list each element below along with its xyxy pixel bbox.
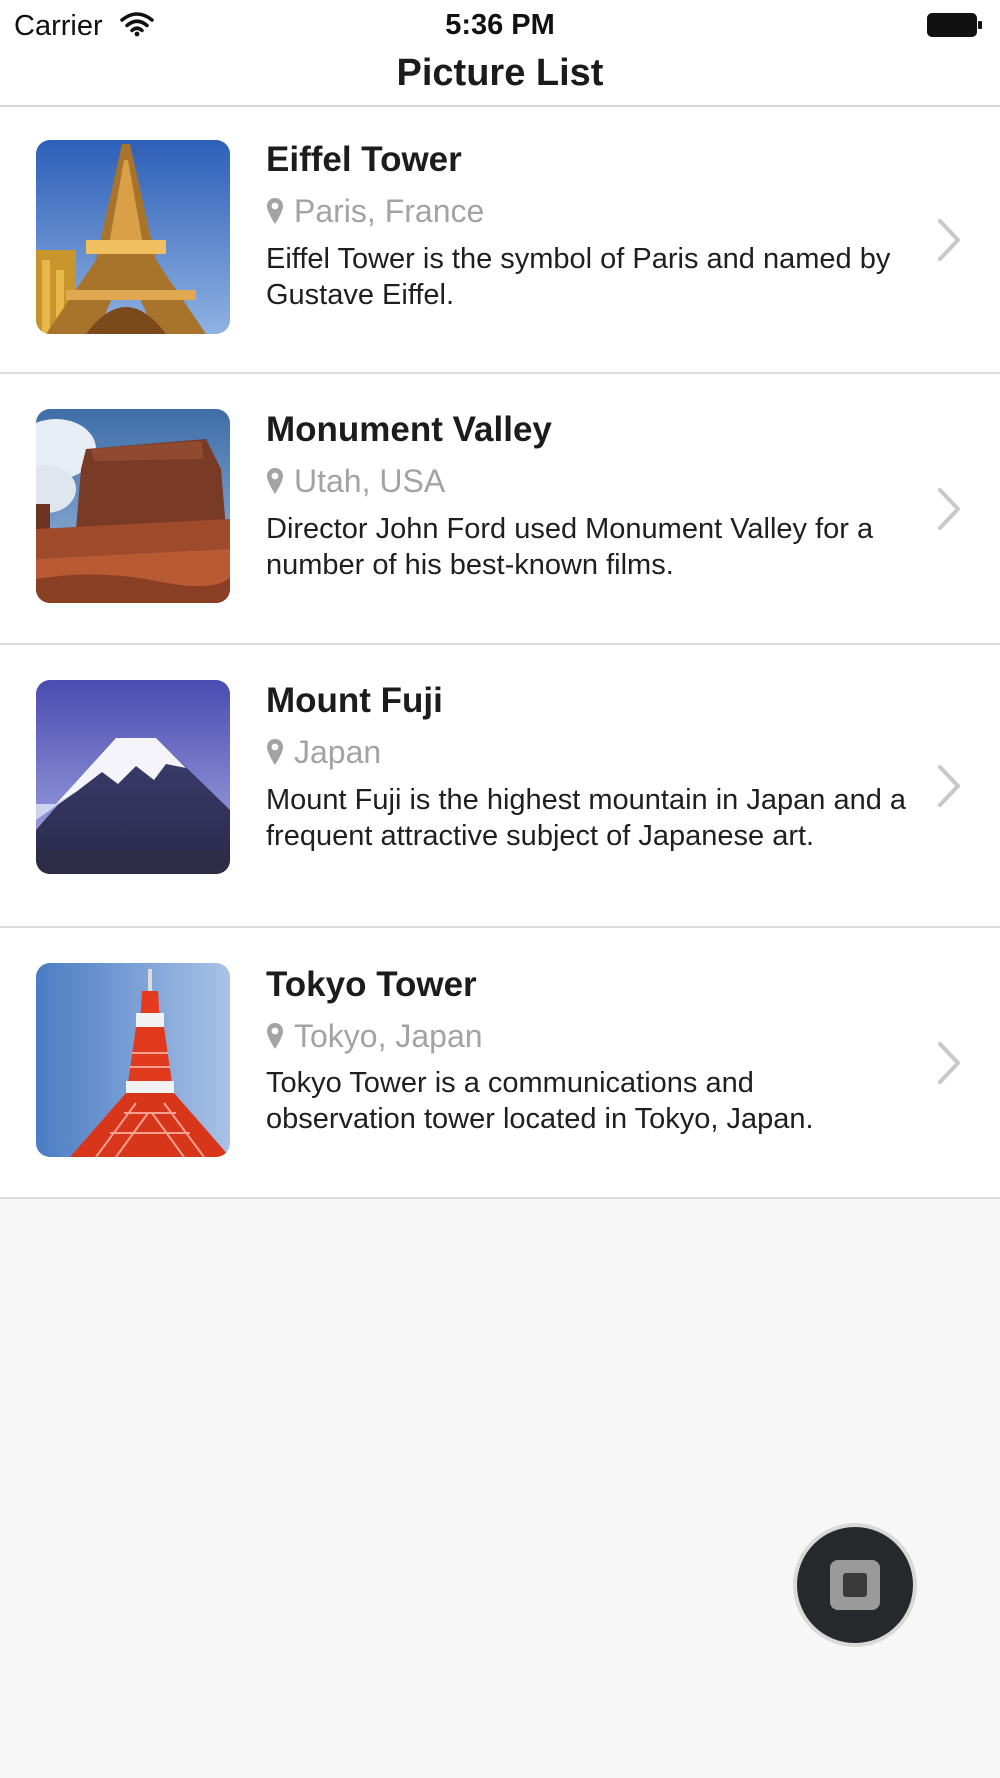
list-item-monument-valley[interactable]: Monument Valley Utah, USA Director John … [0,374,1000,645]
mount-fuji-photo [36,680,230,874]
location-pin-icon [267,198,283,224]
tokyo-tower-photo [36,963,230,1157]
location-pin-icon [267,468,283,494]
chevron-right-icon [938,219,960,261]
list-item-eiffel-tower[interactable]: Eiffel Tower Paris, France Eiffel Tower … [0,107,1000,374]
item-title: Eiffel Tower [266,140,462,179]
page-title: Picture List [396,52,604,94]
location-label: Tokyo, Japan [294,1018,483,1054]
picture-list: Eiffel Tower Paris, France Eiffel Tower … [0,107,1000,1199]
location-label: Utah, USA [294,463,446,499]
list-item-tokyo-tower[interactable]: Tokyo Tower Tokyo, Japan Tokyo Tower is … [0,928,1000,1199]
location-label: Japan [294,734,382,770]
chevron-right-icon [938,1042,960,1084]
item-location: Utah, USA [266,461,445,501]
navigation-bar: Picture List [0,48,1000,107]
location-pin-icon [267,739,283,765]
item-title: Tokyo Tower [266,965,477,1004]
monument-valley-photo [36,409,230,603]
battery-full-icon [927,13,982,37]
item-description: Director John Ford used Monument Valley … [266,513,874,581]
item-location: Tokyo, Japan [266,1016,483,1056]
chevron-right-icon [938,765,960,807]
list-item-mount-fuji[interactable]: Mount Fuji Japan Mount Fuji is the highe… [0,645,1000,928]
chevron-right-icon [938,488,960,530]
item-description: Mount Fuji is the highest mountain in Ja… [266,784,907,852]
item-description: Eiffel Tower is the symbol of Paris and … [266,243,891,311]
item-location: Paris, France [266,191,484,231]
status-bar: Carrier 5:36 PM [0,0,1000,48]
item-title: Monument Valley [266,410,552,449]
clock: 5:36 PM [445,9,555,41]
location-pin-icon [267,1023,283,1049]
item-location: Japan [266,732,381,772]
item-title: Mount Fuji [266,681,443,720]
assistive-touch-icon [797,1527,913,1643]
location-label: Paris, France [294,193,485,229]
eiffel-tower-photo [36,140,230,334]
assistive-touch-button[interactable] [793,1523,917,1647]
item-description: Tokyo Tower is a communications and obse… [266,1067,814,1135]
